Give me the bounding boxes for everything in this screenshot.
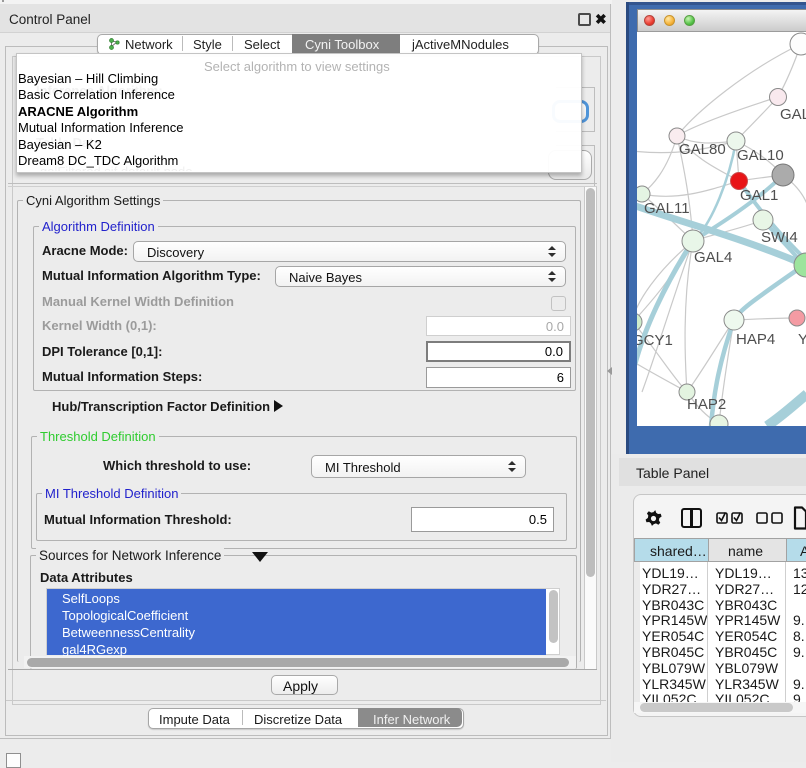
svg-text:GAL7: GAL7	[780, 106, 806, 123]
svg-text:GAL11: GAL11	[644, 200, 690, 217]
svg-text:HAP4: HAP4	[736, 331, 775, 348]
svg-text:GAL10: GAL10	[737, 147, 784, 164]
svg-text:GCY1: GCY1	[637, 332, 673, 349]
svg-text:GAL4: GAL4	[694, 249, 732, 266]
svg-text:Y: Y	[798, 331, 806, 348]
svg-text:GAL80: GAL80	[679, 141, 726, 158]
svg-text:GAL1: GAL1	[740, 187, 778, 204]
svg-text:SWI4: SWI4	[761, 229, 798, 246]
svg-text:HAP2: HAP2	[687, 396, 726, 413]
